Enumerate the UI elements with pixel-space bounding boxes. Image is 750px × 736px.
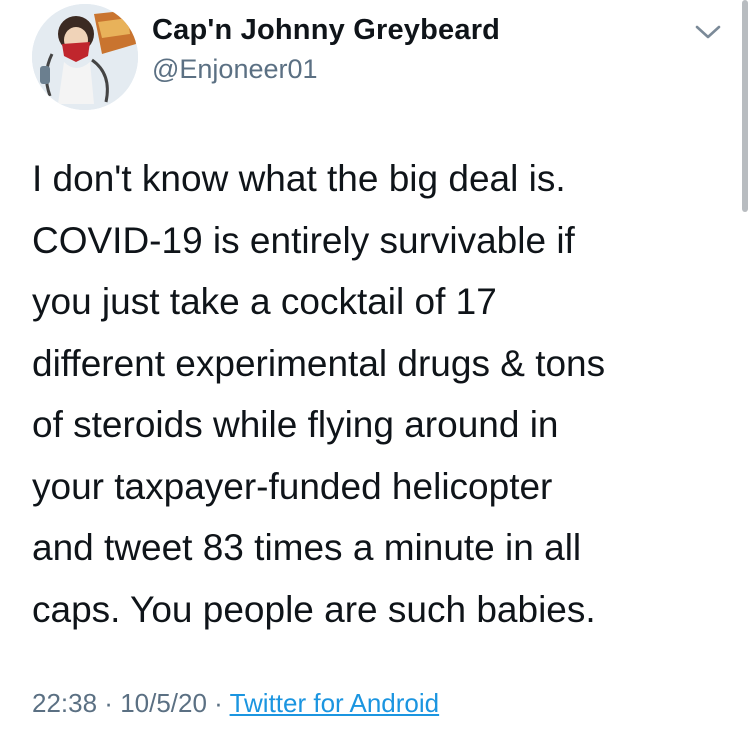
avatar-image bbox=[32, 4, 138, 110]
tweet-source-link[interactable]: Twitter for Android bbox=[230, 688, 440, 718]
tweet-line: your taxpayer-funded helicopter bbox=[32, 465, 553, 507]
tweet-line: COVID-19 is entirely survivable if bbox=[32, 219, 575, 261]
tweet-line: of steroids while flying around in bbox=[32, 404, 559, 445]
chevron-down-icon[interactable] bbox=[693, 22, 723, 42]
tweet-line: different experimental drugs & tons bbox=[32, 342, 606, 384]
meta-separator: · bbox=[97, 688, 121, 718]
author-handle[interactable]: @Enjoneer01 bbox=[152, 54, 318, 85]
tweet-time: 22:38 bbox=[32, 688, 98, 718]
tweet-line: and tweet 83 times a minute in all bbox=[32, 527, 582, 568]
author-display-name[interactable]: Cap'n Johnny Greybeard bbox=[152, 14, 500, 47]
tweet-line: caps. You people are such babies. bbox=[32, 588, 596, 630]
scrollbar[interactable] bbox=[742, 0, 748, 212]
tweet-line: I don't know what the big deal is. bbox=[32, 158, 566, 199]
tweet-text: I don't know what the big deal is. COVID… bbox=[32, 148, 722, 640]
avatar[interactable] bbox=[32, 4, 138, 110]
tweet-line: you just take a cocktail of 17 bbox=[32, 281, 497, 322]
tweet-date: 10/5/20 bbox=[120, 688, 207, 718]
tweet-meta: 22:38 · 10/5/20 · Twitter for Android bbox=[32, 688, 439, 719]
meta-separator: · bbox=[206, 688, 230, 718]
